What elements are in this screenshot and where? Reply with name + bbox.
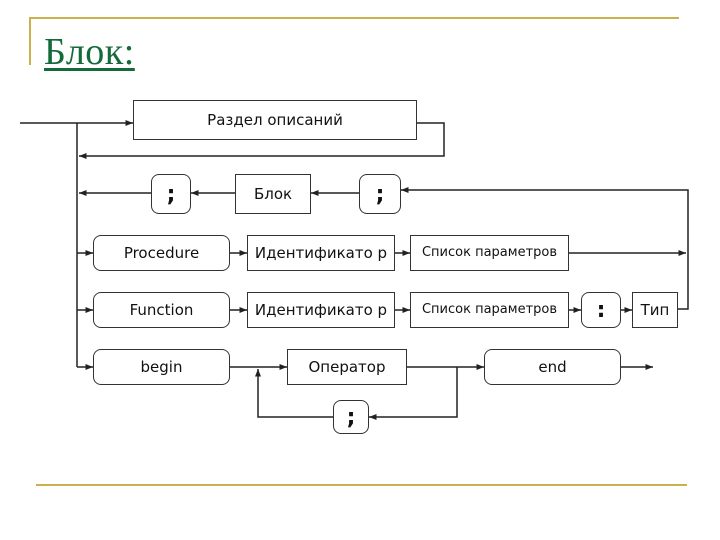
colon-node: : (581, 292, 621, 328)
semicolon-left-node: ; (151, 174, 191, 214)
function-node: Function (93, 292, 230, 328)
func-identifier-node: Идентификато р (247, 292, 395, 328)
declarations-node: Раздел описаний (133, 100, 417, 140)
end-node: end (484, 349, 621, 385)
begin-node: begin (93, 349, 230, 385)
procedure-node: Procedure (93, 235, 230, 271)
proc-params-node: Список параметров (410, 235, 569, 271)
operator-node: Оператор (287, 349, 407, 385)
block-node: Блок (235, 174, 311, 214)
proc-identifier-node: Идентификато р (247, 235, 395, 271)
func-params-node: Список параметров (410, 292, 569, 328)
type-node: Тип (632, 292, 678, 328)
operator-separator-node: ; (333, 400, 369, 434)
semicolon-right-node: ; (359, 174, 401, 214)
